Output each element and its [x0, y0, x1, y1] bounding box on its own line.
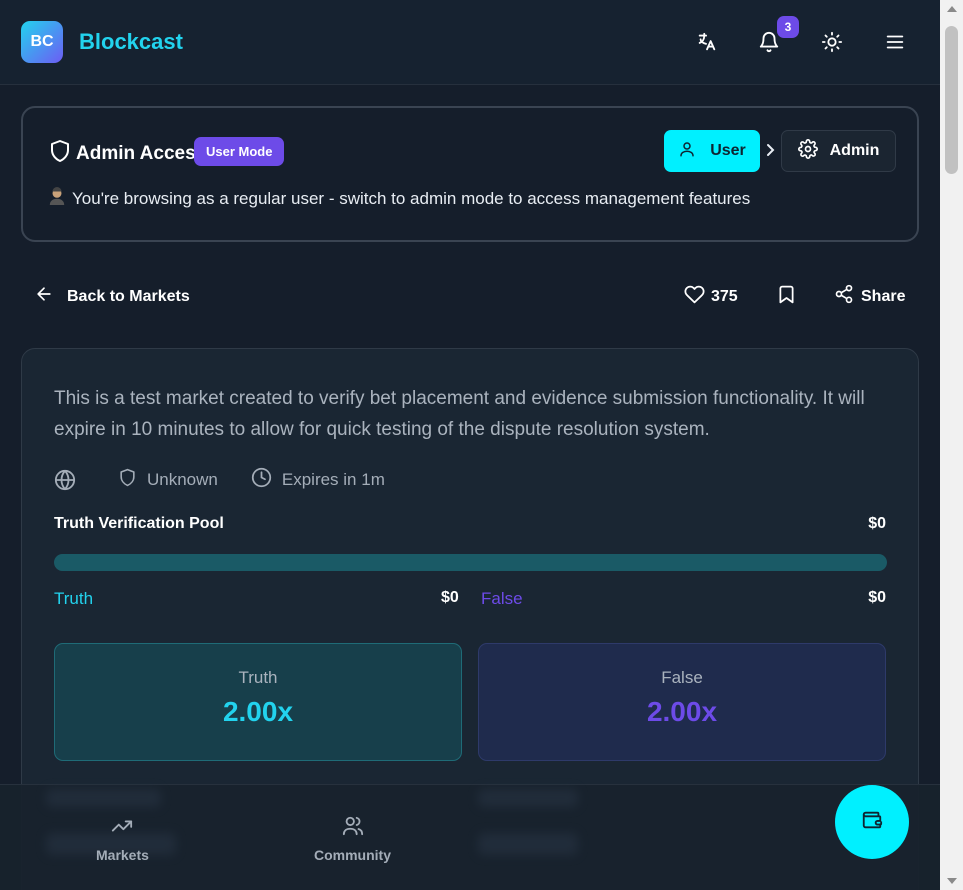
- menu-icon[interactable]: [880, 27, 910, 57]
- truth-odds: 2.00x: [222, 696, 294, 727]
- admin-access-card: Admin Access User Mode You're browsing a…: [21, 106, 919, 242]
- false-option-label: False: [661, 668, 703, 687]
- truth-label: Truth: [54, 589, 94, 608]
- source-text: Unknown: [147, 470, 218, 489]
- admin-title: Admin Access: [48, 139, 206, 169]
- chevron-right-icon: [764, 142, 778, 163]
- notification-badge: 3: [777, 16, 799, 38]
- false-label: False: [481, 589, 523, 608]
- expiry-meta: Expires in 1m: [251, 467, 385, 493]
- gear-icon: [797, 138, 818, 164]
- share-label: Share: [861, 287, 906, 305]
- users-icon: [342, 815, 364, 840]
- user-mode-badge: User Mode: [194, 137, 285, 166]
- blurred-content: [46, 789, 161, 807]
- blurred-content: [478, 789, 578, 807]
- share-button[interactable]: Share: [834, 284, 905, 309]
- nav-community-label: Community: [314, 847, 391, 863]
- bookmark-icon[interactable]: [776, 284, 797, 310]
- truth-option-button[interactable]: Truth 2.00x: [54, 643, 462, 761]
- truth-option-label: Truth: [238, 668, 278, 687]
- like-count: 375: [711, 288, 738, 305]
- scroll-up-arrow-icon[interactable]: [947, 6, 957, 12]
- shield-icon: [118, 468, 137, 492]
- like-button[interactable]: 375: [684, 284, 738, 310]
- page-scrollbar[interactable]: [940, 0, 963, 890]
- nav-markets-label: Markets: [96, 847, 149, 863]
- admin-description: You're browsing as a regular user - swit…: [48, 187, 750, 210]
- user-button-label: User: [710, 142, 746, 159]
- pool-progress-bar: [54, 554, 887, 571]
- top-header: BC Blockcast 3: [0, 0, 940, 85]
- sun-icon[interactable]: [817, 27, 847, 57]
- admin-mode-button[interactable]: Admin: [781, 130, 896, 172]
- person-emoji-icon: [48, 187, 66, 210]
- heart-icon: [684, 284, 705, 310]
- wallet-icon: [861, 809, 883, 836]
- clock-icon: [251, 467, 272, 493]
- false-odds: 2.00x: [646, 696, 718, 727]
- admin-button-label: Admin: [829, 142, 880, 159]
- share-icon: [834, 284, 854, 309]
- arrow-left-icon: [34, 284, 54, 309]
- market-description: This is a test market created to verify …: [54, 388, 865, 440]
- false-option-button[interactable]: False 2.00x: [478, 643, 886, 761]
- nav-community[interactable]: Community: [314, 815, 391, 863]
- globe-icon: [54, 469, 76, 491]
- truth-amount: $0: [441, 589, 459, 606]
- market-meta: Unknown Expires in 1m: [54, 467, 385, 493]
- user-mode-button[interactable]: User: [664, 130, 760, 172]
- blurred-content: [478, 833, 578, 855]
- translate-icon[interactable]: [692, 27, 722, 57]
- false-amount: $0: [868, 589, 886, 606]
- back-to-markets-link[interactable]: Back to Markets: [34, 284, 190, 309]
- source-meta: Unknown: [118, 468, 218, 492]
- user-icon: [678, 140, 696, 163]
- expiry-text: Expires in 1m: [281, 470, 385, 489]
- scroll-down-arrow-icon[interactable]: [947, 878, 957, 884]
- brand-name[interactable]: Blockcast: [79, 29, 183, 55]
- admin-description-text: You're browsing as a regular user - swit…: [72, 188, 751, 208]
- wallet-fab-button[interactable]: [835, 785, 909, 859]
- pool-amount: $0: [868, 515, 886, 532]
- pool-title: Truth Verification Pool: [54, 515, 224, 532]
- nav-markets[interactable]: Markets: [96, 815, 149, 863]
- trending-up-icon: [111, 815, 133, 840]
- bottom-navigation: Markets Community: [0, 784, 940, 890]
- back-label: Back to Markets: [67, 287, 190, 305]
- scrollbar-thumb[interactable]: [945, 26, 958, 174]
- logo[interactable]: BC: [21, 21, 63, 63]
- shield-icon: [48, 139, 72, 169]
- admin-title-text: Admin Access: [76, 143, 207, 164]
